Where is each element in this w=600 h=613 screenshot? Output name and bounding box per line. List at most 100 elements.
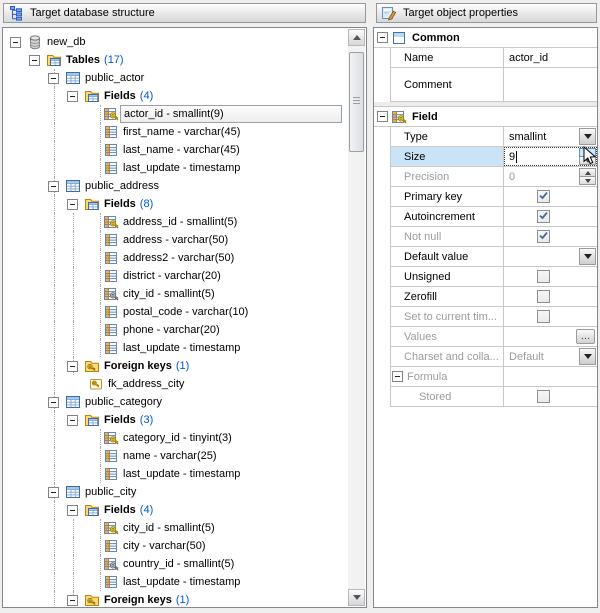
- tree-guide-line: [73, 537, 74, 555]
- property-value-unsigned[interactable]: [504, 267, 597, 286]
- tree-item-address2-varchar-50[interactable]: address2 - varchar(50): [4, 249, 348, 267]
- type-dropdown-button[interactable]: [579, 128, 596, 145]
- collapse-expander-icon[interactable]: [48, 487, 59, 498]
- property-value-not-null[interactable]: [504, 227, 597, 246]
- property-group-field[interactable]: Field: [374, 107, 597, 127]
- scrollbar-track[interactable]: [348, 46, 365, 589]
- zerofill-checkbox[interactable]: [537, 290, 550, 303]
- tree-item-postal-code-varchar-10[interactable]: postal_code - varchar(10): [4, 303, 348, 321]
- values-ellipsis-button[interactable]: …: [576, 329, 595, 344]
- collapse-expander-icon[interactable]: [48, 181, 59, 192]
- collapse-expander-icon[interactable]: [67, 595, 78, 606]
- tree-item-city-id-smallint-5[interactable]: city_id - smallint(5): [4, 285, 348, 303]
- tree-item-phone-varchar-20[interactable]: phone - varchar(20): [4, 321, 348, 339]
- tree-item-last-update-timestamp[interactable]: last_update - timestamp: [4, 339, 348, 357]
- tree-item-fk-address-city[interactable]: fk_address_city: [4, 375, 348, 393]
- property-value-zerofill[interactable]: [504, 287, 597, 306]
- tree-item-last-update-timestamp[interactable]: last_update - timestamp: [4, 465, 348, 483]
- collapse-expander-icon[interactable]: [29, 55, 40, 66]
- property-value-charset-and-collation[interactable]: Default: [504, 347, 597, 366]
- spin-up-icon: [585, 151, 591, 155]
- tree-item-last-name-varchar-45[interactable]: last_name - varchar(45): [4, 141, 348, 159]
- property-value-precision[interactable]: 0: [504, 167, 597, 186]
- property-value-size[interactable]: 9: [504, 147, 597, 166]
- property-value-stored[interactable]: [504, 387, 597, 406]
- tree-item-district-varchar-20[interactable]: district - varchar(20): [4, 267, 348, 285]
- property-value-type[interactable]: smallint: [504, 127, 597, 146]
- unsigned-checkbox[interactable]: [537, 270, 550, 283]
- tree-item-address-varchar-50[interactable]: address - varchar(50): [4, 231, 348, 249]
- collapse-expander-icon[interactable]: [48, 397, 59, 408]
- tree-item-category-id-tinyint-3[interactable]: category_id - tinyint(3): [4, 429, 348, 447]
- charset-and-collation-dropdown-button[interactable]: [579, 348, 596, 365]
- field-icon: [103, 538, 119, 554]
- tree-item-foreign-keys-1[interactable]: Foreign keys(1): [4, 591, 348, 606]
- tree-item-address-id-smallint-5[interactable]: address_id - smallint(5): [4, 213, 348, 231]
- property-value-comment[interactable]: [504, 68, 597, 101]
- tree-item-city-id-smallint-5[interactable]: city_id - smallint(5): [4, 519, 348, 537]
- primary-key-checkbox[interactable]: [537, 190, 550, 203]
- tree-item-fields-4[interactable]: Fields(4): [4, 501, 348, 519]
- tree-item-fields-4[interactable]: Fields(4): [4, 87, 348, 105]
- collapse-expander-icon[interactable]: [10, 37, 21, 48]
- stored-checkbox[interactable]: [537, 390, 550, 403]
- tree-item-last-update-timestamp[interactable]: last_update - timestamp: [4, 159, 348, 177]
- pk-field-icon: [103, 520, 119, 536]
- property-value-default-value[interactable]: [504, 247, 597, 266]
- property-value-set-to-current-timestamp[interactable]: [504, 307, 597, 326]
- size-spinner[interactable]: [579, 148, 596, 165]
- default-value-dropdown-button[interactable]: [579, 248, 596, 265]
- property-value-autoincrement[interactable]: [504, 207, 597, 226]
- tree-item-tables-17[interactable]: Tables(17): [4, 51, 348, 69]
- spin-up-button[interactable]: [579, 168, 596, 177]
- table-icon: [65, 394, 81, 410]
- tree-scrollbar[interactable]: [348, 29, 365, 606]
- tree-item-actor-id-smallint-9[interactable]: actor_id - smallint(9): [4, 105, 348, 123]
- tree-item-country-id-smallint-5[interactable]: country_id - smallint(5): [4, 555, 348, 573]
- property-value-primary-key[interactable]: [504, 187, 597, 206]
- property-value-formula[interactable]: [504, 367, 597, 386]
- tree-item-foreign-keys-1[interactable]: Foreign keys(1): [4, 357, 348, 375]
- tree-guide-line: [100, 285, 101, 303]
- collapse-expander-icon[interactable]: [67, 361, 78, 372]
- set-to-current-timestamp-checkbox[interactable]: [537, 310, 550, 323]
- tree-item-city-varchar-50[interactable]: city - varchar(50): [4, 537, 348, 555]
- spin-down-button[interactable]: [579, 177, 596, 185]
- tree-guide-line: [100, 267, 101, 285]
- collapse-expander-icon[interactable]: [67, 199, 78, 210]
- autoincrement-checkbox[interactable]: [537, 210, 550, 223]
- tree-item-first-name-varchar-45[interactable]: first_name - varchar(45): [4, 123, 348, 141]
- tree-item-public-address[interactable]: public_address: [4, 177, 348, 195]
- group-collapse-icon[interactable]: [377, 32, 388, 43]
- not-null-checkbox[interactable]: [537, 230, 550, 243]
- tree-item-text: category_id - tinyint(3): [123, 432, 232, 444]
- property-value-name[interactable]: actor_id: [504, 48, 597, 67]
- property-row-default-value: Default value: [391, 247, 597, 267]
- tree-item-fields-8[interactable]: Fields(8): [4, 195, 348, 213]
- tree-item-fields-3[interactable]: Fields(3): [4, 411, 348, 429]
- scroll-up-button[interactable]: [348, 29, 365, 46]
- collapse-expander-icon[interactable]: [67, 415, 78, 426]
- tree-item-public-actor[interactable]: public_actor: [4, 69, 348, 87]
- subgroup-collapse-icon[interactable]: [392, 371, 403, 382]
- tree-item-public-city[interactable]: public_city: [4, 483, 348, 501]
- spin-up-button[interactable]: [579, 148, 596, 157]
- tree-item-public-category[interactable]: public_category: [4, 393, 348, 411]
- field-icon: [103, 304, 119, 320]
- tree-item-last-update-timestamp[interactable]: last_update - timestamp: [4, 573, 348, 591]
- scrollbar-thumb[interactable]: [349, 52, 364, 152]
- property-group-common[interactable]: Common: [374, 28, 597, 48]
- tree-guide-line: [100, 249, 101, 267]
- spin-down-button[interactable]: [579, 157, 596, 165]
- precision-spinner[interactable]: [579, 168, 596, 185]
- tree-item-new-db[interactable]: new_db: [4, 33, 348, 51]
- collapse-expander-icon[interactable]: [67, 91, 78, 102]
- collapse-expander-icon[interactable]: [48, 73, 59, 84]
- tree-item-label: address2 - varchar(50): [120, 249, 237, 267]
- group-collapse-icon[interactable]: [377, 111, 388, 122]
- property-value-values[interactable]: …: [504, 327, 597, 346]
- scroll-down-button[interactable]: [348, 589, 365, 606]
- tree-item-text: public_category: [85, 396, 162, 408]
- tree-item-name-varchar-25[interactable]: name - varchar(25): [4, 447, 348, 465]
- collapse-expander-icon[interactable]: [67, 505, 78, 516]
